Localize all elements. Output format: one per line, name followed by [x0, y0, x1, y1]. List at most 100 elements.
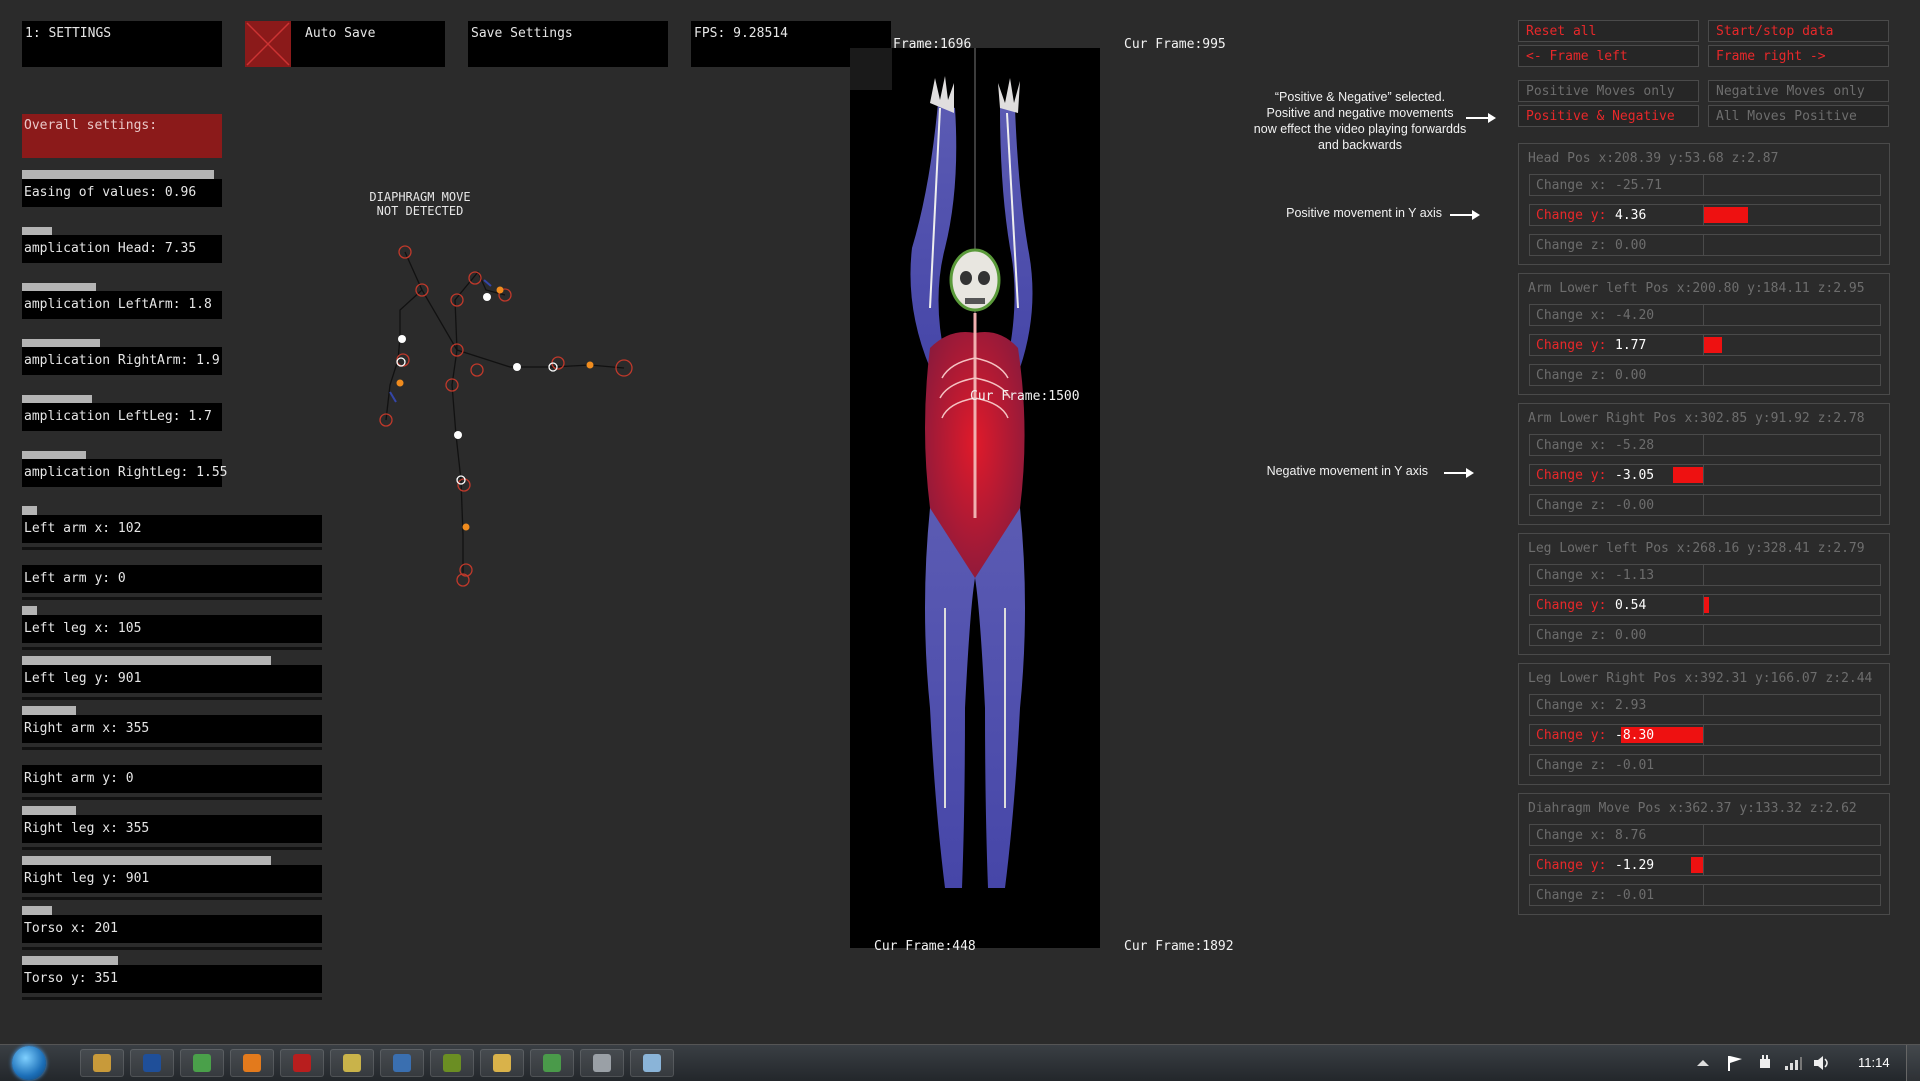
negative-moves-only-button[interactable]: Negative Moves only	[1708, 80, 1889, 102]
fps-label: FPS: 9.28514	[694, 26, 788, 41]
amplication-label: amplication LeftArm: 1.8	[24, 297, 212, 312]
easing-slider[interactable]: Easing of values: 0.96	[22, 179, 222, 207]
position-slider[interactable]: Torso y: 351	[22, 965, 322, 993]
change-y-value: 0.54	[1615, 598, 1647, 613]
tray-expand-icon[interactable]	[1697, 1058, 1709, 1068]
position-slider[interactable]: Right arm y: 0	[22, 765, 322, 793]
position-slider[interactable]: Left arm x: 102	[22, 515, 322, 543]
taskbar-button[interactable]	[380, 1049, 424, 1077]
amplication-slider[interactable]: amplication LeftArm: 1.8	[22, 291, 222, 319]
position-slider-fill[interactable]	[22, 806, 76, 815]
taskbar-button[interactable]	[80, 1049, 124, 1077]
change-y-caption: Change y:	[1536, 208, 1607, 223]
position-slider[interactable]: Left leg y: 901	[22, 665, 322, 693]
change-x-caption: Change x:	[1536, 828, 1607, 843]
save-settings-button[interactable]: Save Settings	[468, 21, 668, 67]
position-slider-fill[interactable]	[22, 706, 76, 715]
image-viewer-icon	[343, 1054, 361, 1072]
volume-icon[interactable]	[1812, 1054, 1832, 1072]
taskbar-button[interactable]	[180, 1049, 224, 1077]
change-z-row: Change z: 0.00	[1529, 624, 1881, 646]
clock[interactable]: 11:14	[1858, 1055, 1890, 1070]
autosave-checkbox[interactable]	[245, 21, 291, 67]
change-y-row: Change y: 1.77	[1529, 334, 1881, 356]
taskbar-button[interactable]	[230, 1049, 274, 1077]
negative-only-label: Negative Moves only	[1716, 84, 1865, 99]
row-divider	[1703, 205, 1704, 225]
easing-slider-bar[interactable]	[22, 170, 214, 179]
active-window-icon	[643, 1054, 661, 1072]
position-slider-fill[interactable]	[22, 856, 271, 865]
taskbar-button[interactable]	[130, 1049, 174, 1077]
row-divider	[1703, 825, 1704, 845]
position-slider[interactable]: Torso x: 201	[22, 915, 322, 943]
pos-neg-label: Positive & Negative	[1526, 109, 1675, 124]
change-y-bar	[1673, 467, 1704, 483]
change-y-value: -8.30	[1615, 728, 1655, 743]
taskbar-button[interactable]	[330, 1049, 374, 1077]
position-slider-track	[22, 997, 322, 1000]
amplication-slider[interactable]: amplication RightLeg: 1.55	[22, 459, 228, 487]
position-slider-fill[interactable]	[22, 656, 271, 665]
position-slider[interactable]: Right leg x: 355	[22, 815, 322, 843]
position-slider-fill[interactable]	[22, 956, 118, 965]
change-y-bar	[1704, 207, 1748, 223]
change-y-value: 4.36	[1615, 208, 1647, 223]
amplication-slider[interactable]: amplication Head: 7.35	[22, 235, 222, 263]
frame-bottom-right: Cur Frame:1892	[1124, 939, 1234, 954]
joint-title: Arm Lower left Pos x:200.80 y:184.11 z:2…	[1528, 281, 1865, 296]
position-slider-fill[interactable]	[22, 506, 37, 515]
position-slider[interactable]: Right arm x: 355	[22, 715, 322, 743]
position-slider-fill[interactable]	[22, 906, 52, 915]
frame-right-button[interactable]: Frame right ->	[1708, 45, 1889, 67]
change-x-caption: Change x:	[1536, 568, 1607, 583]
overall-settings-label: Overall settings:	[24, 118, 158, 133]
window-app-icon	[593, 1054, 611, 1072]
position-slider[interactable]: Left arm y: 0	[22, 565, 322, 593]
position-slider[interactable]: Left leg x: 105	[22, 615, 322, 643]
frame-overlay-corner	[850, 48, 892, 90]
start-stop-data-button[interactable]: Start/stop data	[1708, 20, 1889, 42]
amplication-label: amplication RightArm: 1.9	[24, 353, 220, 368]
action-center-flag-icon[interactable]	[1726, 1054, 1744, 1072]
settings-tab-label: 1: SETTINGS	[25, 26, 112, 41]
negative-movement-note: Negative movement in Y axis	[1266, 464, 1428, 478]
taskbar-button[interactable]	[580, 1049, 624, 1077]
change-y-row: Change y: 4.36	[1529, 204, 1881, 226]
network-signal-icon[interactable]	[1784, 1055, 1802, 1071]
show-desktop-button[interactable]	[1906, 1045, 1920, 1081]
joint-title: Arm Lower Right Pos x:302.85 y:91.92 z:2…	[1528, 411, 1865, 426]
reset-all-button[interactable]: Reset all	[1518, 20, 1699, 42]
change-x-row: Change x: -5.28	[1529, 434, 1881, 456]
settings-tab[interactable]: 1: SETTINGS	[22, 21, 222, 67]
positive-negative-button[interactable]: Positive & Negative	[1518, 105, 1699, 127]
all-moves-positive-button[interactable]: All Moves Positive	[1708, 105, 1889, 127]
position-label: Right leg y: 901	[24, 871, 150, 886]
position-label: Right leg x: 355	[24, 821, 150, 836]
autosave-toggle[interactable]: Auto Save	[245, 21, 445, 67]
taskbar-button[interactable]	[530, 1049, 574, 1077]
taskbar-button[interactable]	[480, 1049, 524, 1077]
taskbar-button[interactable]	[280, 1049, 324, 1077]
frame-left-button[interactable]: <- Frame left	[1518, 45, 1699, 67]
row-divider	[1703, 625, 1704, 645]
amplication-slider[interactable]: amplication LeftLeg: 1.7	[22, 403, 222, 431]
tracked-joint-group: Arm Lower Right Pos x:302.85 y:91.92 z:2…	[1518, 403, 1890, 525]
change-y-value: -3.05	[1615, 468, 1655, 483]
save-settings-label: Save Settings	[471, 26, 573, 41]
paint-icon	[543, 1054, 561, 1072]
amplication-slider[interactable]: amplication RightArm: 1.9	[22, 347, 222, 375]
video-viewport[interactable]	[850, 48, 1100, 948]
position-slider[interactable]: Right leg y: 901	[22, 865, 322, 893]
position-label: Left leg y: 901	[24, 671, 142, 686]
position-slider-track	[22, 947, 322, 950]
start-orb-icon[interactable]	[12, 1046, 46, 1080]
taskbar-button[interactable]	[630, 1049, 674, 1077]
taskbar-button[interactable]	[430, 1049, 474, 1077]
power-plug-icon[interactable]	[1756, 1054, 1774, 1072]
amplication-label: amplication Head: 7.35	[24, 241, 197, 256]
position-slider-fill[interactable]	[22, 606, 37, 615]
frame-right-label: Frame right ->	[1716, 49, 1826, 64]
row-divider	[1703, 305, 1704, 325]
positive-moves-only-button[interactable]: Positive Moves only	[1518, 80, 1699, 102]
